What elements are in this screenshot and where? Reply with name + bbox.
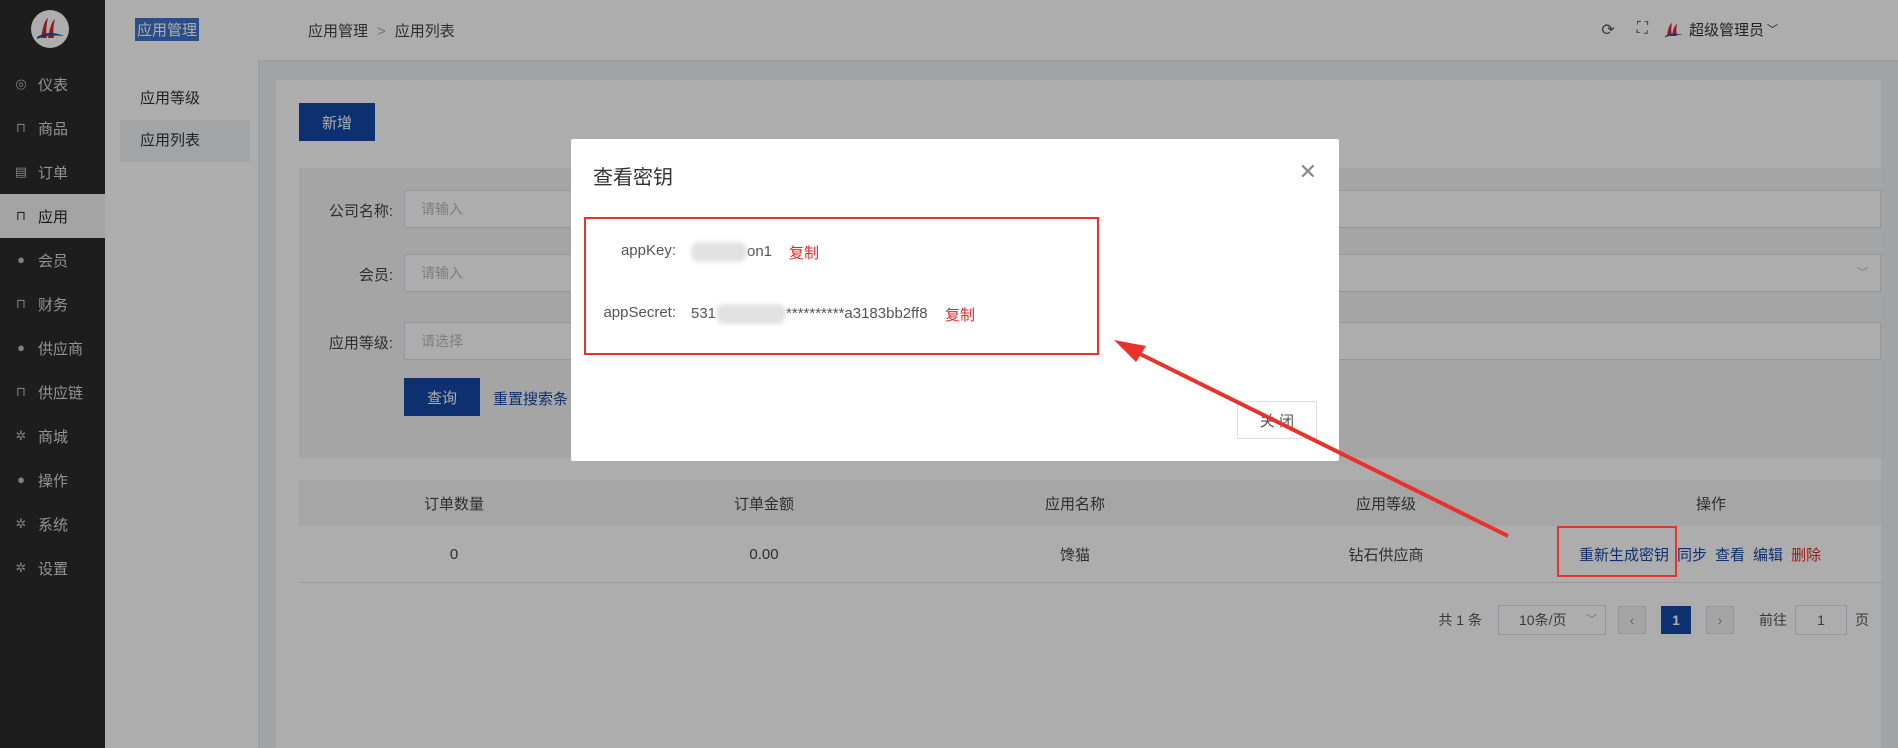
annotation-arrow	[1114, 340, 1509, 538]
annotation-arrow-line	[1131, 348, 1509, 538]
annotation-arrow-head	[1114, 340, 1146, 362]
